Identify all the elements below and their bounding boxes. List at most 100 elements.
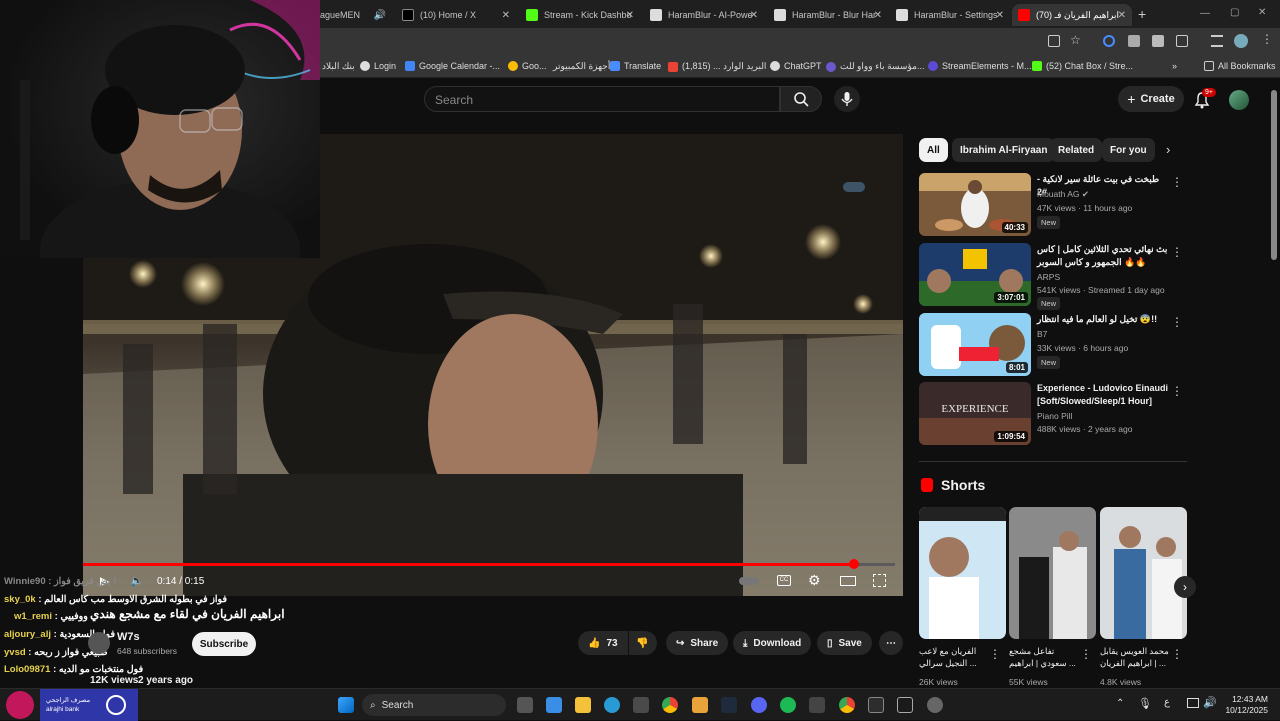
bookmark-item[interactable]: بنك البلاد — [322, 61, 355, 72]
channel-name[interactable]: W7s — [117, 631, 140, 643]
download-button[interactable]: ⤓ Download — [733, 631, 812, 655]
account-avatar[interactable] — [1229, 90, 1249, 110]
close-window-button[interactable]: ✕ — [1258, 7, 1266, 18]
theater-mode-icon[interactable] — [840, 576, 856, 586]
all-bookmarks[interactable]: All Bookmarks — [1204, 61, 1276, 71]
captions-icon[interactable]: CC — [777, 575, 791, 586]
bookmark-item[interactable]: Translate — [610, 61, 661, 71]
extension-icon[interactable] — [1103, 35, 1115, 47]
settings-icon[interactable] — [927, 697, 943, 713]
task-view-icon[interactable] — [517, 697, 533, 713]
epic-games-icon[interactable] — [897, 697, 913, 713]
mic-icon[interactable]: 🎙 — [1138, 697, 1152, 710]
tab-2[interactable]: (10) Home / X ✕ — [396, 4, 516, 26]
puzzle-icon[interactable] — [1176, 35, 1188, 47]
reading-list-icon[interactable] — [1211, 35, 1223, 47]
video-thumbnail[interactable]: 40:33 — [919, 173, 1031, 236]
autoplay-toggle[interactable] — [739, 577, 759, 585]
bookmark-item[interactable]: StreamElements - M... — [928, 61, 1032, 71]
close-icon[interactable]: ✕ — [502, 10, 510, 21]
install-app-icon[interactable] — [1048, 35, 1060, 47]
more-options-icon[interactable]: ⋮ — [989, 647, 1001, 661]
more-options-icon[interactable]: ⋮ — [1171, 315, 1183, 329]
short-thumbnail[interactable] — [1100, 507, 1187, 639]
speaker-icon[interactable]: 🔊 — [1203, 696, 1217, 709]
bookmark-item[interactable]: مؤسسة باء وواو للت... — [826, 61, 924, 72]
more-bookmarks-icon[interactable]: » — [1172, 61, 1177, 71]
bookmark-item[interactable]: (52) Chat Box / Stre... — [1032, 61, 1133, 71]
extension-icon[interactable] — [1152, 35, 1164, 47]
more-options-icon[interactable]: ⋮ — [1171, 245, 1183, 259]
short-thumbnail[interactable] — [919, 507, 1006, 639]
taskbar-search[interactable]: ⌕ Search — [362, 694, 506, 716]
short-thumbnail[interactable] — [1009, 507, 1096, 639]
search-input[interactable]: Search — [424, 86, 780, 112]
edge-icon[interactable] — [604, 697, 620, 713]
shorts-next-button[interactable]: › — [1174, 576, 1196, 598]
close-icon[interactable]: ✕ — [750, 10, 758, 21]
save-button[interactable]: ▯ Save — [817, 631, 872, 655]
display-icon[interactable] — [1187, 698, 1199, 708]
recommended-video[interactable]: EXPERIENCE 1:09:54 Experience - Ludovico… — [919, 382, 1187, 446]
filter-chip-channel[interactable]: Ibrahim Al-Firyaan — [952, 138, 1056, 162]
page-scrollbar[interactable] — [1270, 90, 1278, 686]
bookmark-item[interactable]: البريد الوارد ... (1,815) — [668, 61, 766, 72]
bookmark-item[interactable]: Goo... — [508, 61, 547, 71]
video-progress-bar[interactable] — [83, 559, 895, 569]
more-options-icon[interactable]: ⋮ — [1171, 647, 1183, 661]
volume-icon[interactable]: 🔈 — [130, 574, 144, 587]
new-tab-button[interactable]: + — [1138, 6, 1146, 22]
profile-icon[interactable] — [1234, 34, 1248, 48]
bookmark-item[interactable]: Login — [360, 61, 396, 71]
app-icon[interactable] — [692, 697, 708, 713]
file-explorer-icon[interactable] — [575, 697, 591, 713]
store-icon[interactable] — [633, 697, 649, 713]
terminal-icon[interactable] — [868, 697, 884, 713]
menu-icon[interactable]: ⋮ — [1261, 32, 1273, 46]
recommended-video[interactable]: 40:33 طبخت في بيت عائلة سير لانكية - #2 … — [919, 173, 1187, 237]
filter-chip-related[interactable]: Related — [1050, 138, 1103, 162]
close-icon[interactable]: ✕ — [874, 10, 882, 21]
xbox-icon[interactable] — [809, 697, 825, 713]
app-icon[interactable] — [721, 697, 737, 713]
chrome-profile-icon[interactable] — [839, 697, 855, 713]
tab-1[interactable]: agueMEN 🔊 — [320, 4, 390, 26]
more-options-icon[interactable]: ⋮ — [1171, 175, 1183, 189]
more-options-icon[interactable]: ⋮ — [1171, 384, 1183, 398]
subscribe-button[interactable]: Subscribe — [192, 632, 256, 656]
chevron-right-icon[interactable]: › — [1166, 142, 1170, 157]
video-thumbnail[interactable]: 8:01 — [919, 313, 1031, 376]
copilot-icon[interactable] — [546, 697, 562, 713]
scrollbar-thumb[interactable] — [1271, 90, 1277, 260]
create-button[interactable]: + Create — [1118, 86, 1184, 112]
maximize-button[interactable]: ▢ — [1230, 7, 1239, 18]
more-options-icon[interactable]: ⋮ — [1080, 647, 1092, 661]
recommended-video[interactable]: 8:01 تخيل لو العالم ما فيه انتظار 😨!! B7… — [919, 313, 1187, 377]
star-icon[interactable]: ☆ — [1070, 33, 1081, 47]
close-icon[interactable]: ✕ — [996, 10, 1004, 21]
video-thumbnail[interactable]: EXPERIENCE 1:09:54 — [919, 382, 1031, 445]
language-icon[interactable]: ع — [1164, 697, 1170, 708]
tab-6[interactable]: HaramBlur - Settings ✕ — [890, 4, 1010, 26]
spotify-icon[interactable] — [780, 697, 796, 713]
like-button[interactable]: 👍 73 — [578, 631, 628, 655]
discord-icon[interactable] — [751, 697, 767, 713]
recommended-video[interactable]: 3:07:01 بث نهائي تحدي الثلاثين كامل | كا… — [919, 243, 1187, 310]
channel-avatar[interactable] — [88, 632, 110, 654]
video-thumbnail[interactable]: 3:07:01 — [919, 243, 1031, 306]
more-actions-button[interactable]: ⋯ — [879, 631, 903, 655]
bookmark-item[interactable]: ChatGPT — [770, 61, 822, 71]
extension-icon[interactable] — [1128, 35, 1140, 47]
filter-chip-all[interactable]: All — [919, 138, 948, 162]
tab-3[interactable]: Stream - Kick Dashbo ✕ — [520, 4, 640, 26]
tab-5[interactable]: HaramBlur - Blur Har ✕ — [768, 4, 888, 26]
chevron-up-icon[interactable]: ⌃ — [1116, 698, 1124, 709]
settings-gear-icon[interactable]: ⚙ — [808, 572, 821, 589]
bookmark-item[interactable]: أجهزة الكمبيوتر — [553, 61, 610, 72]
voice-search-button[interactable] — [834, 86, 860, 112]
speaker-icon[interactable]: 🔊 — [374, 10, 386, 21]
dislike-button[interactable]: 👎 — [629, 631, 657, 655]
close-icon[interactable]: ✕ — [626, 10, 634, 21]
system-clock[interactable]: 12:43 AM 10/12/2025 — [1218, 694, 1268, 716]
tab-youtube-active[interactable]: (70) ابراهيم الفريان فـ ✕ — [1012, 4, 1132, 26]
